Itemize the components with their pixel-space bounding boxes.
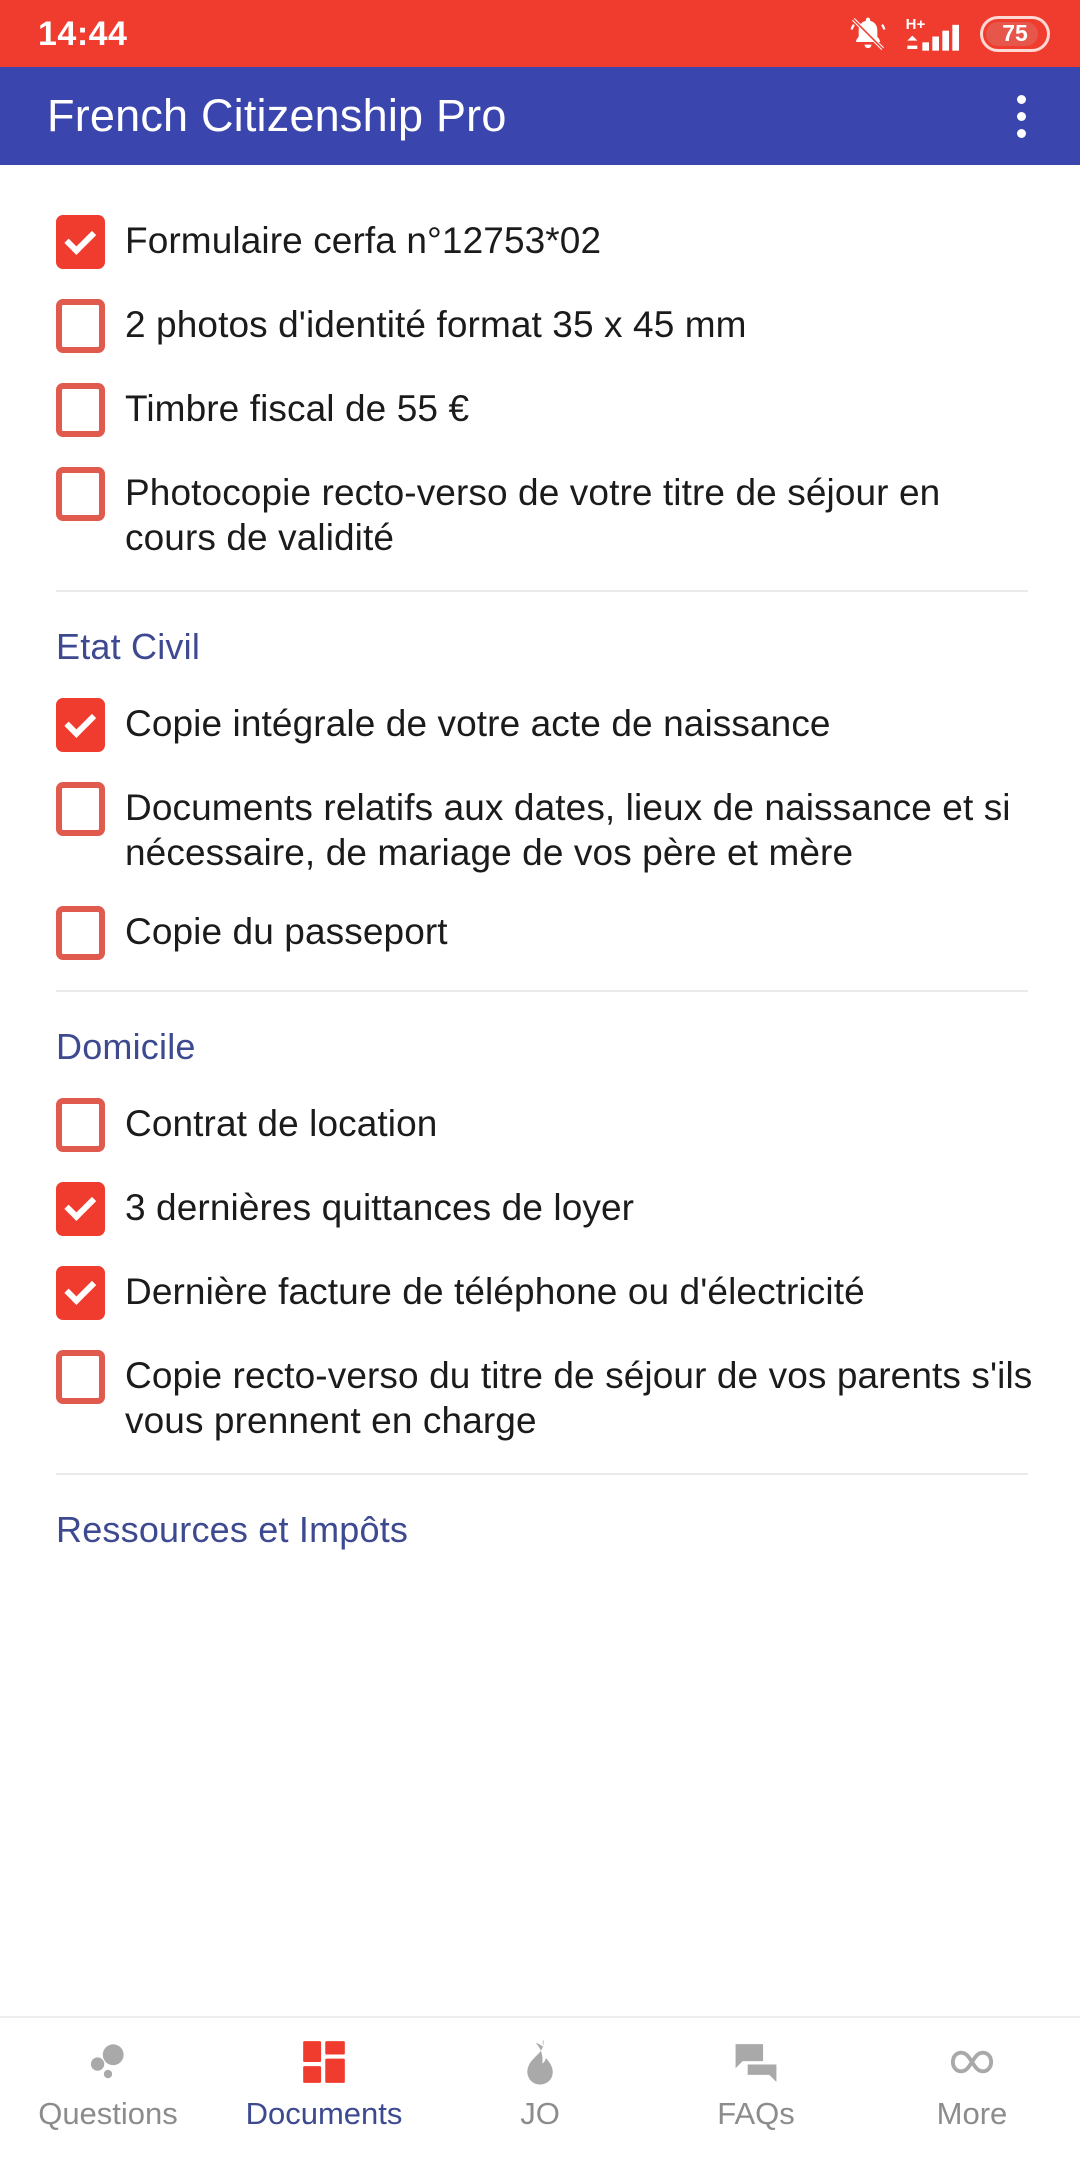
checklist-item-label: Copie recto-verso du titre de séjour de … — [125, 1354, 1033, 1441]
checklist-item[interactable]: Contrat de location — [0, 1097, 1080, 1152]
checklist-item[interactable]: Dernière facture de téléphone ou d'élect… — [0, 1265, 1080, 1320]
flame-icon — [515, 2036, 565, 2088]
grid-icon — [299, 2036, 349, 2088]
bottom-navigation: Questions Documents JO FAQs More — [0, 2016, 1080, 2160]
status-bar: 14:44 H+ 75 — [0, 0, 1080, 67]
status-bar-clock: 14:44 — [38, 14, 128, 53]
checklist-item-label: Formulaire cerfa n°12753*02 — [125, 220, 602, 261]
checklist-item[interactable]: 2 photos d'identité format 35 x 45 mm — [0, 299, 1080, 353]
checklist-item[interactable]: Documents relatifs aux dates, lieux de n… — [0, 782, 1080, 875]
nav-item-label: Documents — [245, 2096, 403, 2131]
svg-text:H+: H+ — [906, 16, 926, 33]
app-root: 14:44 H+ 75 French Citizenship Pro Formu… — [0, 0, 1080, 2160]
checklist-item[interactable]: Timbre fiscal de 55 € — [0, 383, 1080, 437]
nav-item-label: More — [936, 2096, 1008, 2131]
bubbles-icon — [83, 2036, 133, 2088]
page-title: French Citizenship Pro — [47, 90, 507, 141]
checkbox-unchecked-icon[interactable] — [56, 905, 105, 960]
checkbox-unchecked-icon[interactable] — [56, 1349, 105, 1404]
documents-checklist: Formulaire cerfa n°12753*02 2 photos d'id… — [0, 165, 1080, 2016]
checkbox-unchecked-icon[interactable] — [56, 383, 105, 437]
checklist-item-label: Documents relatifs aux dates, lieux de n… — [125, 787, 1011, 874]
section-title-ressources-et-imp-ts: Ressources et Impôts — [56, 1508, 409, 1550]
nav-item-more[interactable]: More — [864, 2036, 1080, 2129]
app-bar: French Citizenship Pro — [0, 67, 1080, 165]
chat-bubbles-icon — [731, 2036, 781, 2088]
checklist-item[interactable]: Formulaire cerfa n°12753*02 — [0, 215, 1080, 269]
checklist-item-label: Copie intégrale de votre acte de naissan… — [125, 703, 831, 745]
checklist-item-label: Contrat de location — [125, 1102, 438, 1144]
checkbox-checked-icon[interactable] — [56, 698, 105, 753]
checklist-item[interactable]: Copie intégrale de votre acte de naissan… — [0, 698, 1080, 753]
section-title-domicile: Domicile — [56, 1025, 196, 1067]
checkbox-unchecked-icon[interactable] — [56, 467, 105, 521]
checklist-item[interactable]: Photocopie recto-verso de votre titre de… — [0, 467, 1080, 560]
overflow-menu-icon[interactable] — [1003, 85, 1040, 148]
battery-percent: 75 — [1002, 20, 1028, 46]
nav-item-faqs[interactable]: FAQs — [648, 2036, 864, 2129]
infinity-icon — [946, 2036, 998, 2088]
checklist-item-label: Copie du passeport — [125, 910, 448, 952]
battery-icon: 75 — [980, 15, 1050, 52]
checkbox-checked-icon[interactable] — [56, 215, 105, 269]
signal-bars-icon: H+ — [905, 14, 963, 54]
nav-item-label: JO — [520, 2096, 560, 2131]
nav-item-label: Questions — [38, 2096, 178, 2131]
checklist-item-label: Timbre fiscal de 55 € — [125, 388, 470, 429]
checklist-item-label: Dernière facture de téléphone ou d'élect… — [125, 1270, 865, 1312]
nav-item-questions[interactable]: Questions — [0, 2036, 216, 2129]
nav-item-documents[interactable]: Documents — [216, 2036, 432, 2129]
checkbox-unchecked-icon[interactable] — [56, 299, 105, 353]
checklist-item-label: 2 photos d'identité format 35 x 45 mm — [125, 304, 747, 345]
status-bar-icons: H+ 75 — [848, 14, 1050, 54]
checkbox-unchecked-icon[interactable] — [56, 782, 105, 837]
nav-item-label: FAQs — [717, 2096, 795, 2131]
checkbox-checked-icon[interactable] — [56, 1265, 105, 1320]
checkbox-checked-icon[interactable] — [56, 1181, 105, 1236]
bell-muted-icon — [848, 14, 888, 54]
nav-item-jo[interactable]: JO — [432, 2036, 648, 2129]
checkbox-unchecked-icon[interactable] — [56, 1097, 105, 1152]
checklist-item[interactable]: Copie du passeport — [0, 905, 1080, 960]
checklist-item-label: Photocopie recto-verso de votre titre de… — [125, 472, 941, 559]
section-title-etat-civil: Etat Civil — [56, 626, 201, 668]
checklist-item[interactable]: 3 dernières quittances de loyer — [0, 1181, 1080, 1236]
checklist-item[interactable]: Copie recto-verso du titre de séjour de … — [0, 1349, 1080, 1443]
checklist-item-label: 3 dernières quittances de loyer — [125, 1186, 635, 1228]
